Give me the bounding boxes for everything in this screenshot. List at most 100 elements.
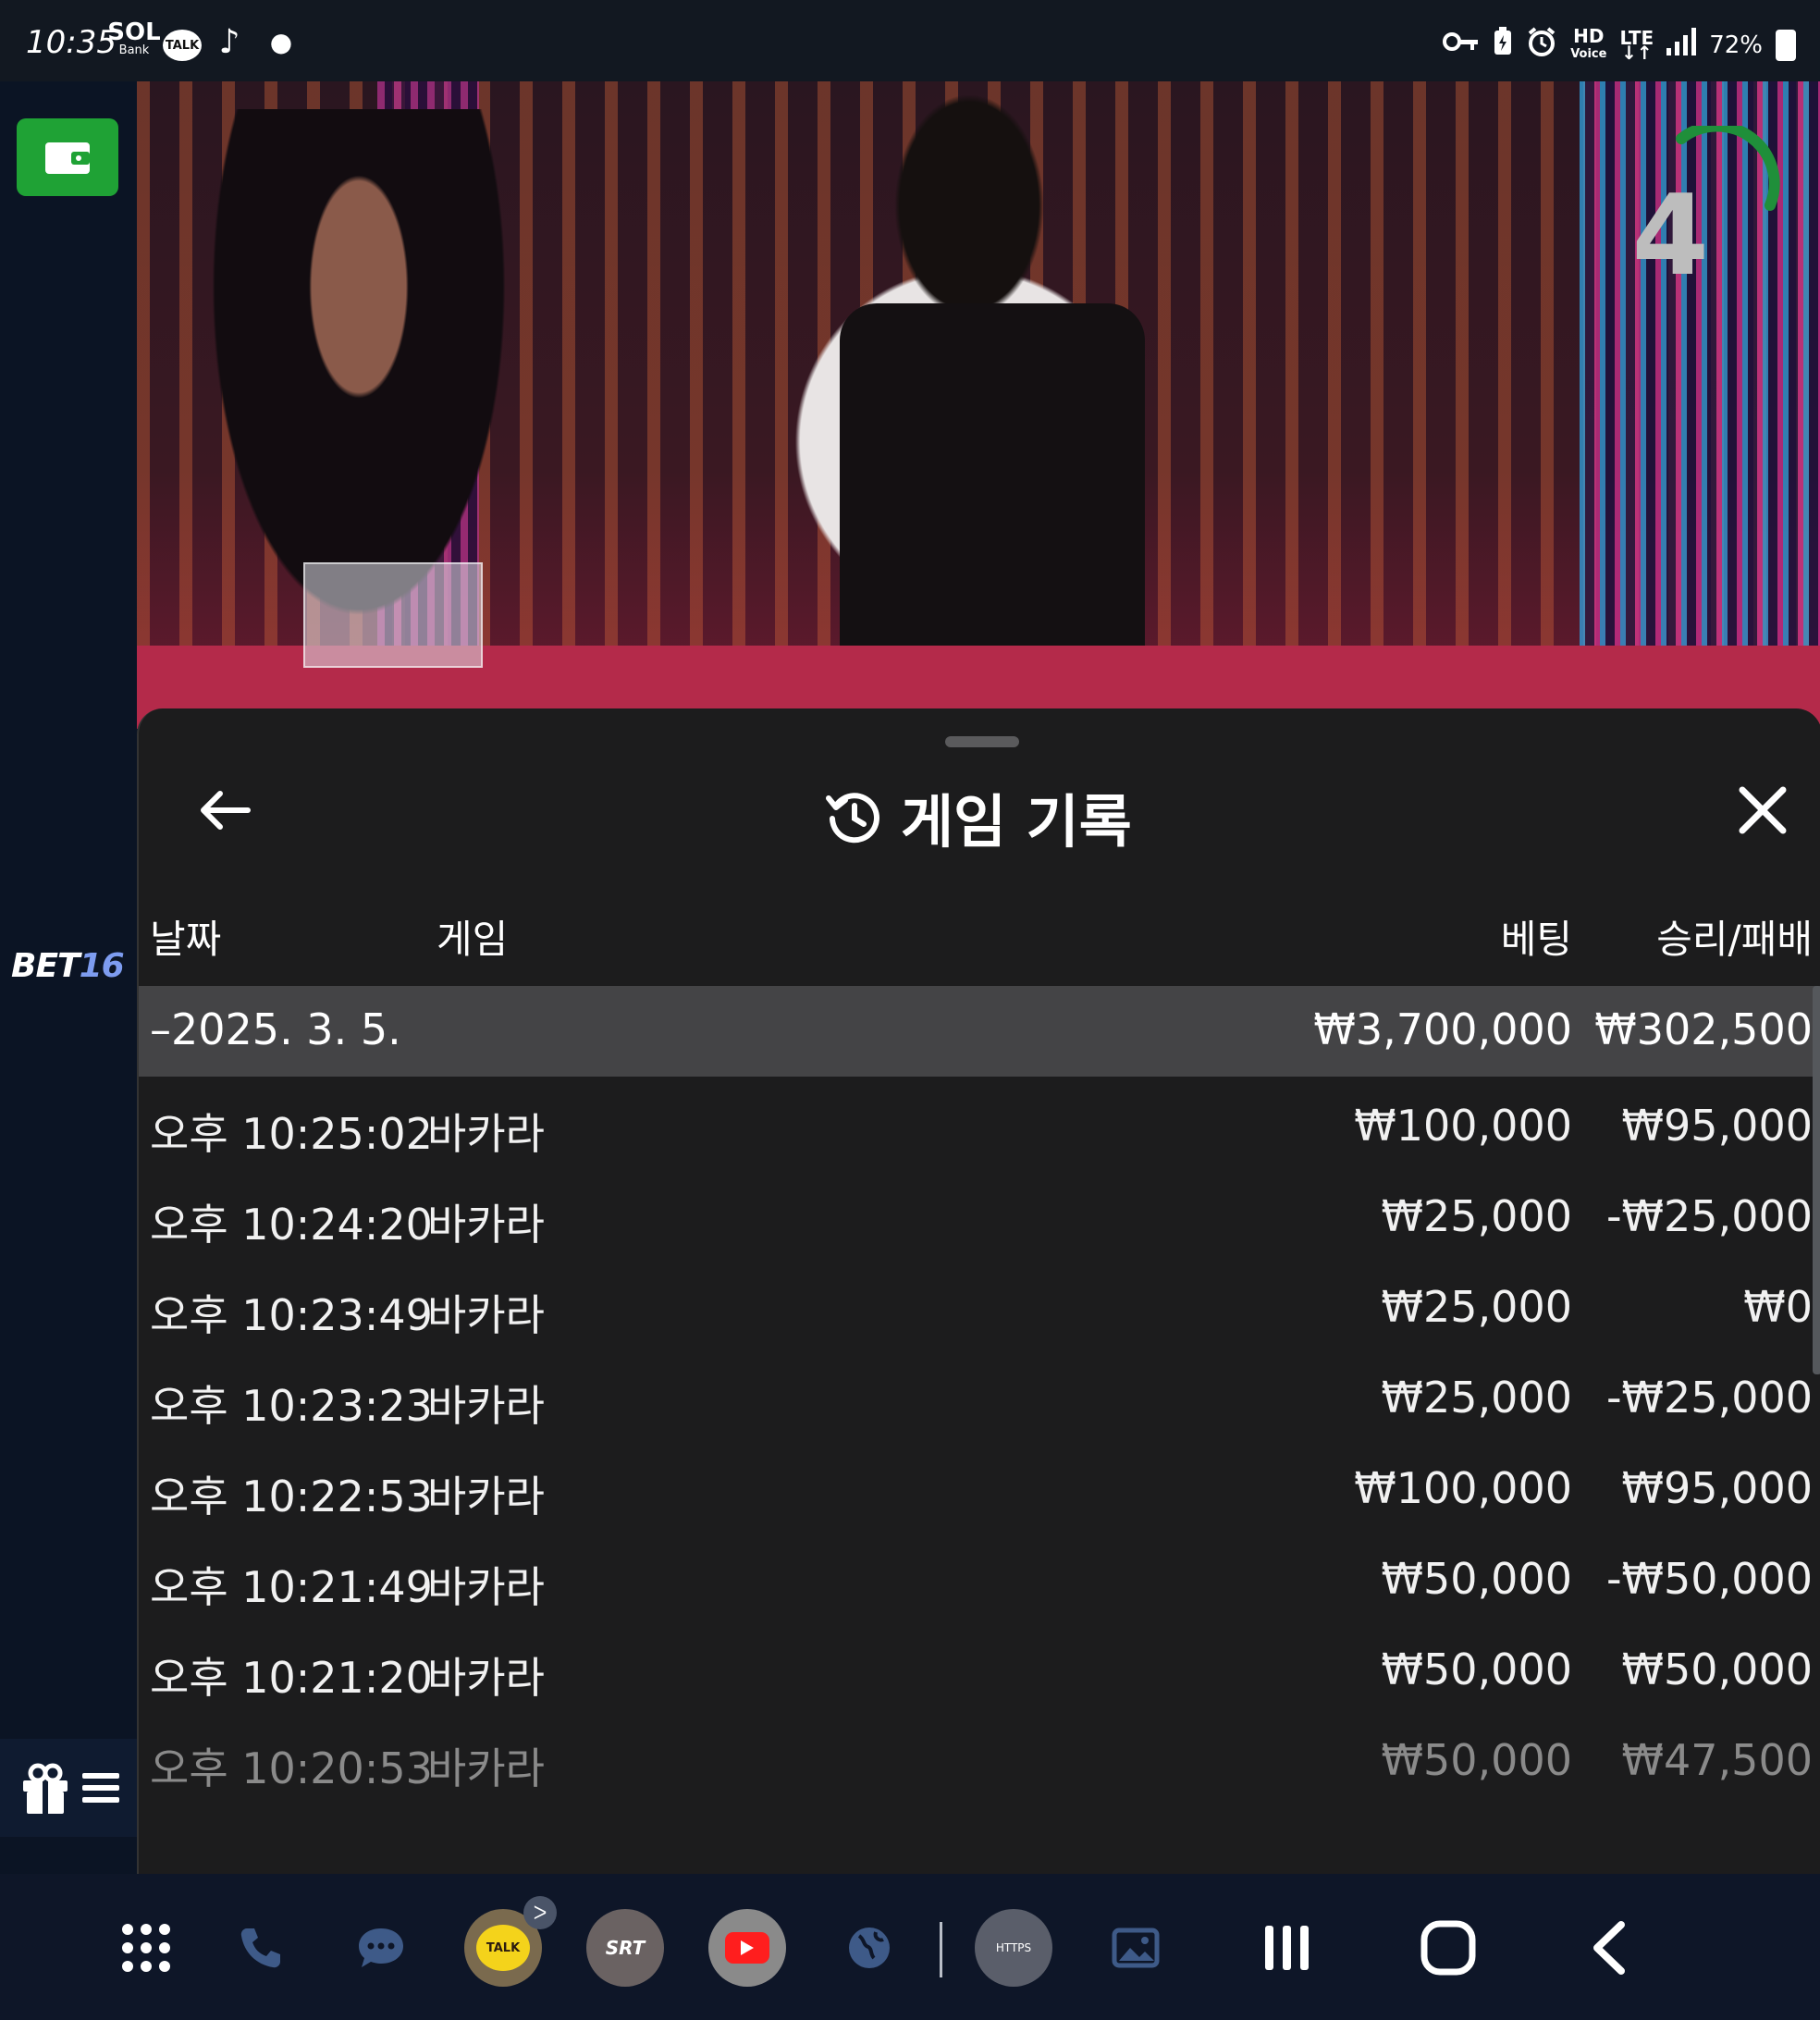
more-notifications-dot-icon: ● <box>269 26 293 57</box>
table-row[interactable]: 오후 10:21:20 바카라 ₩50,000 ₩50,000 <box>139 1620 1820 1711</box>
column-header-win-loss[interactable]: 승리/패배 <box>1656 908 1813 965</box>
hd-voice-indicator: HD Voice <box>1570 27 1607 62</box>
date-group-row[interactable]: –2025. 3. 5. ₩3,700,000 ₩302,500 <box>139 986 1820 1077</box>
row-result: -₩50,000 <box>1605 1554 1813 1604</box>
home-icon[interactable] <box>1409 1909 1487 1987</box>
row-bet: ₩25,000 <box>1381 1191 1572 1241</box>
row-bet: ₩25,000 <box>1381 1373 1572 1423</box>
row-result: -₩25,000 <box>1605 1373 1813 1423</box>
row-result: ₩0 <box>1743 1282 1813 1332</box>
gift-icon <box>23 1763 68 1814</box>
date-group-win-total: ₩302,500 <box>1594 1004 1813 1054</box>
https-app-icon[interactable]: HTTPS <box>975 1909 1052 1987</box>
kakaotalk-notification-icon: TALK <box>163 30 202 61</box>
tiktok-icon: ♪ <box>218 22 240 61</box>
sol-label: SOL <box>107 18 161 46</box>
row-time: 오후 10:23:23 <box>150 1381 433 1431</box>
row-result: ₩50,000 <box>1621 1644 1813 1694</box>
battery-saver-icon <box>1493 27 1513 63</box>
status-time: 10:35 <box>26 24 117 61</box>
app-drawer-icon[interactable] <box>107 1909 185 1987</box>
left-rail: BET16 <box>0 81 137 1876</box>
column-header-date[interactable]: 날짜 <box>150 908 221 965</box>
recent-apps-icon[interactable] <box>1248 1909 1326 1987</box>
panel-header: 게임 기록 <box>823 775 1132 858</box>
row-time: 오후 10:21:49 <box>150 1562 433 1612</box>
panel-title: 게임 기록 <box>901 788 1132 856</box>
row-result: -₩25,000 <box>1605 1191 1813 1241</box>
battery-percent: 72% <box>1709 31 1763 59</box>
panel-scrollbar[interactable] <box>1813 986 1820 1374</box>
row-game: 바카라 <box>427 1743 545 1793</box>
table-header: 날짜 게임 베팅 승리/패배 <box>139 903 1820 967</box>
row-time: 오후 10:21:20 <box>150 1653 433 1703</box>
vpn-key-icon <box>1443 30 1480 60</box>
row-time: 오후 10:22:53 <box>150 1472 433 1521</box>
close-icon[interactable] <box>1737 784 1789 836</box>
row-result: ₩95,000 <box>1621 1101 1813 1151</box>
row-bet: ₩100,000 <box>1354 1101 1572 1151</box>
row-bet: ₩50,000 <box>1381 1735 1572 1785</box>
row-game: 바카라 <box>427 1381 545 1431</box>
back-icon[interactable] <box>1570 1909 1648 1987</box>
phone-icon[interactable] <box>222 1909 300 1987</box>
row-result: ₩95,000 <box>1621 1463 1813 1513</box>
row-bet: ₩50,000 <box>1381 1554 1572 1604</box>
youtube-app-icon[interactable] <box>708 1909 786 1987</box>
navigation-bar: TALK ᐳ SRT HTTPS <box>0 1874 1820 2020</box>
table-row[interactable]: 오후 10:20:53 바카라 ₩50,000 ₩47,500 <box>139 1711 1820 1802</box>
table-row[interactable]: 오후 10:23:49 바카라 ₩25,000 ₩0 <box>139 1258 1820 1349</box>
row-game: 바카라 <box>427 1653 545 1703</box>
drag-handle[interactable] <box>945 736 1019 747</box>
row-game: 바카라 <box>427 1200 545 1250</box>
youtube-play-icon <box>725 1932 769 1964</box>
row-bet: ₩50,000 <box>1381 1644 1572 1694</box>
row-game: 바카라 <box>427 1109 545 1159</box>
kakaotalk-badge: ᐳ <box>523 1896 557 1929</box>
row-time: 오후 10:23:49 <box>150 1290 433 1340</box>
row-bet: ₩25,000 <box>1381 1282 1572 1332</box>
countdown-number: 4 <box>1631 172 1710 301</box>
https-label: HTTPS <box>995 1941 1032 1954</box>
brand-prefix: BET <box>11 947 80 985</box>
sol-bank-icon: SOL Bank <box>107 20 160 63</box>
row-time: 오후 10:24:20 <box>150 1200 433 1250</box>
lte-label: LTE <box>1619 26 1654 49</box>
lte-indicator: LTE ↓↑ <box>1619 26 1654 64</box>
brand-logo: BET16 <box>11 947 125 985</box>
column-header-game[interactable]: 게임 <box>437 908 508 965</box>
browser-globe-icon[interactable] <box>830 1909 908 1987</box>
history-icon <box>826 793 879 844</box>
wallet-button[interactable] <box>17 118 118 196</box>
gallery-icon[interactable] <box>1097 1909 1174 1987</box>
signal-strength-icon <box>1666 28 1697 62</box>
back-arrow-icon[interactable] <box>196 788 252 832</box>
table-row[interactable]: 오후 10:22:53 바카라 ₩100,000 ₩95,000 <box>139 1439 1820 1530</box>
row-game: 바카라 <box>427 1472 545 1521</box>
history-rows: 오후 10:25:02 바카라 ₩100,000 ₩95,000 오후 10:2… <box>139 1077 1820 1802</box>
sol-sub-label: Bank <box>118 43 150 57</box>
row-result: ₩47,500 <box>1621 1735 1813 1785</box>
table-row[interactable]: 오후 10:23:23 바카라 ₩25,000 -₩25,000 <box>139 1349 1820 1439</box>
kakaotalk-label: TALK <box>476 1925 530 1971</box>
live-dealer-video: 4 <box>137 81 1820 729</box>
voice-label: Voice <box>1570 46 1607 61</box>
wallet-icon <box>45 142 90 174</box>
row-time: 오후 10:25:02 <box>150 1109 433 1159</box>
game-history-panel: 게임 기록 날짜 게임 베팅 승리/패배 –2025. 3. 5. ₩3,700… <box>137 708 1820 1874</box>
card-shoe <box>303 562 483 668</box>
row-bet: ₩100,000 <box>1354 1463 1572 1513</box>
row-game: 바카라 <box>427 1562 545 1612</box>
status-indicators: HD Voice LTE ↓↑ 72% <box>1443 26 1796 64</box>
row-time: 오후 10:20:53 <box>150 1743 433 1793</box>
hamburger-menu-icon <box>82 1773 119 1803</box>
messages-icon[interactable] <box>342 1909 420 1987</box>
promotions-menu-button[interactable] <box>0 1739 137 1837</box>
date-group-label: –2025. 3. 5. <box>150 1004 401 1054</box>
table-row[interactable]: 오후 10:21:49 바카라 ₩50,000 -₩50,000 <box>139 1530 1820 1620</box>
srt-app-icon[interactable]: SRT <box>586 1909 664 1987</box>
table-row[interactable]: 오후 10:25:02 바카라 ₩100,000 ₩95,000 <box>139 1077 1820 1167</box>
column-header-bet[interactable]: 베팅 <box>1501 908 1572 965</box>
table-row[interactable]: 오후 10:24:20 바카라 ₩25,000 -₩25,000 <box>139 1167 1820 1258</box>
hd-label: HD <box>1573 24 1605 47</box>
